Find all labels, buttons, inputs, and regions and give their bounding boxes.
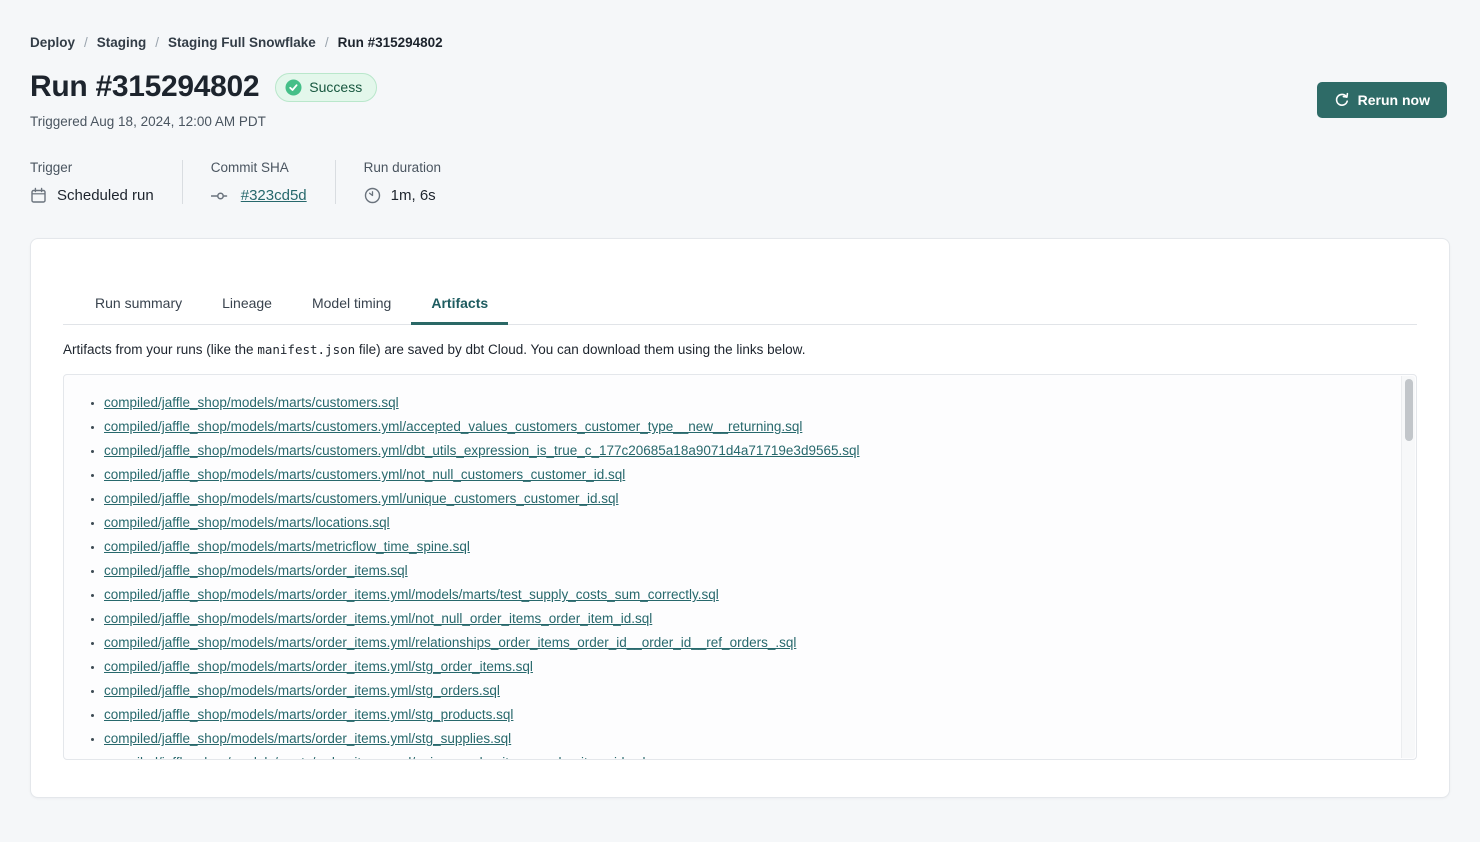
meta-commit-label: Commit SHA	[211, 160, 307, 175]
artifact-link[interactable]: compiled/jaffle_shop/models/marts/order_…	[104, 587, 719, 602]
artifact-link[interactable]: compiled/jaffle_shop/models/marts/custom…	[104, 419, 802, 434]
artifacts-description-text: Artifacts from your runs (like the	[63, 342, 257, 357]
list-item: compiled/jaffle_shop/models/marts/custom…	[104, 463, 1400, 487]
artifact-link[interactable]: compiled/jaffle_shop/models/marts/custom…	[104, 491, 618, 506]
status-badge: Success	[275, 73, 377, 102]
artifact-link[interactable]: compiled/jaffle_shop/models/marts/order_…	[104, 731, 511, 746]
tab-run-summary[interactable]: Run summary	[75, 285, 202, 324]
artifact-link[interactable]: compiled/jaffle_shop/models/marts/order_…	[104, 659, 533, 674]
meta-duration: Run duration 1m, 6s	[335, 160, 469, 204]
meta-trigger-value: Scheduled run	[57, 187, 154, 204]
meta-trigger: Trigger Scheduled run	[30, 160, 182, 204]
list-item: compiled/jaffle_shop/models/marts/order_…	[104, 631, 1400, 655]
tab-lineage[interactable]: Lineage	[202, 285, 292, 324]
breadcrumb-separator: /	[155, 35, 159, 50]
breadcrumb-current-run: Run #315294802	[338, 35, 443, 50]
tab-model-timing[interactable]: Model timing	[292, 285, 411, 324]
rerun-now-button[interactable]: Rerun now	[1317, 82, 1447, 118]
breadcrumb-separator: /	[84, 35, 88, 50]
artifact-list-container: compiled/jaffle_shop/models/marts/custom…	[63, 374, 1417, 760]
breadcrumb-deploy[interactable]: Deploy	[30, 35, 75, 50]
success-check-icon	[285, 79, 302, 96]
meta-duration-label: Run duration	[364, 160, 441, 175]
list-item: compiled/jaffle_shop/models/marts/custom…	[104, 415, 1400, 439]
artifact-link[interactable]: compiled/jaffle_shop/models/marts/locati…	[104, 515, 390, 530]
breadcrumb-separator: /	[325, 35, 329, 50]
list-item: compiled/jaffle_shop/models/marts/custom…	[104, 487, 1400, 511]
meta-commit: Commit SHA #323cd5d	[182, 160, 335, 204]
list-item: compiled/jaffle_shop/models/marts/custom…	[104, 391, 1400, 415]
list-item: compiled/jaffle_shop/models/marts/order_…	[104, 655, 1400, 679]
artifact-link[interactable]: compiled/jaffle_shop/models/marts/order_…	[104, 635, 796, 650]
breadcrumb: Deploy / Staging / Staging Full Snowflak…	[30, 35, 443, 50]
meta-duration-value: 1m, 6s	[391, 187, 436, 204]
list-item: compiled/jaffle_shop/models/marts/metric…	[104, 535, 1400, 559]
artifact-list-scroll-area[interactable]: compiled/jaffle_shop/models/marts/custom…	[64, 375, 1416, 759]
list-item: compiled/jaffle_shop/models/marts/order_…	[104, 679, 1400, 703]
list-item: compiled/jaffle_shop/models/marts/custom…	[104, 439, 1400, 463]
artifact-link[interactable]: compiled/jaffle_shop/models/marts/order_…	[104, 755, 646, 759]
title-row: Run #315294802 Success	[30, 70, 377, 104]
manifest-json-filename: manifest.json	[257, 342, 355, 357]
triggered-timestamp: Triggered Aug 18, 2024, 12:00 AM PDT	[30, 114, 266, 129]
git-commit-icon	[211, 189, 231, 203]
tab-bar: Run summary Lineage Model timing Artifac…	[63, 285, 1417, 325]
list-item: compiled/jaffle_shop/models/marts/order_…	[104, 727, 1400, 751]
commit-sha-link[interactable]: #323cd5d	[241, 187, 307, 204]
artifact-link[interactable]: compiled/jaffle_shop/models/marts/custom…	[104, 443, 860, 458]
list-item: compiled/jaffle_shop/models/marts/order_…	[104, 607, 1400, 631]
meta-trigger-label: Trigger	[30, 160, 154, 175]
artifacts-description: Artifacts from your runs (like the manif…	[63, 342, 1417, 357]
list-item: compiled/jaffle_shop/models/marts/order_…	[104, 583, 1400, 607]
artifact-link[interactable]: compiled/jaffle_shop/models/marts/order_…	[104, 563, 408, 578]
run-detail-page: Deploy / Staging / Staging Full Snowflak…	[0, 0, 1480, 842]
artifact-link[interactable]: compiled/jaffle_shop/models/marts/order_…	[104, 683, 500, 698]
list-item: compiled/jaffle_shop/models/marts/order_…	[104, 751, 1400, 759]
tab-artifacts[interactable]: Artifacts	[411, 285, 508, 324]
status-badge-label: Success	[309, 79, 362, 95]
scrollbar-thumb[interactable]	[1405, 379, 1413, 441]
clock-icon	[364, 187, 381, 204]
artifact-link[interactable]: compiled/jaffle_shop/models/marts/order_…	[104, 611, 652, 626]
refresh-icon	[1334, 92, 1350, 108]
run-detail-card: Run summary Lineage Model timing Artifac…	[30, 238, 1450, 798]
scrollbar-track[interactable]	[1401, 376, 1415, 758]
list-item: compiled/jaffle_shop/models/marts/order_…	[104, 703, 1400, 727]
artifacts-description-text: file) are saved by dbt Cloud. You can do…	[355, 342, 805, 357]
artifact-link[interactable]: compiled/jaffle_shop/models/marts/order_…	[104, 707, 513, 722]
artifact-link[interactable]: compiled/jaffle_shop/models/marts/custom…	[104, 467, 625, 482]
artifact-link[interactable]: compiled/jaffle_shop/models/marts/metric…	[104, 539, 470, 554]
artifact-list: compiled/jaffle_shop/models/marts/custom…	[64, 375, 1400, 759]
list-item: compiled/jaffle_shop/models/marts/order_…	[104, 559, 1400, 583]
run-meta-row: Trigger Scheduled run Commit SHA	[30, 160, 469, 204]
artifact-link[interactable]: compiled/jaffle_shop/models/marts/custom…	[104, 395, 399, 410]
page-title: Run #315294802	[30, 70, 259, 104]
rerun-now-label: Rerun now	[1358, 92, 1430, 108]
breadcrumb-job[interactable]: Staging Full Snowflake	[168, 35, 316, 50]
list-item: compiled/jaffle_shop/models/marts/locati…	[104, 511, 1400, 535]
calendar-icon	[30, 187, 47, 204]
breadcrumb-staging[interactable]: Staging	[97, 35, 147, 50]
